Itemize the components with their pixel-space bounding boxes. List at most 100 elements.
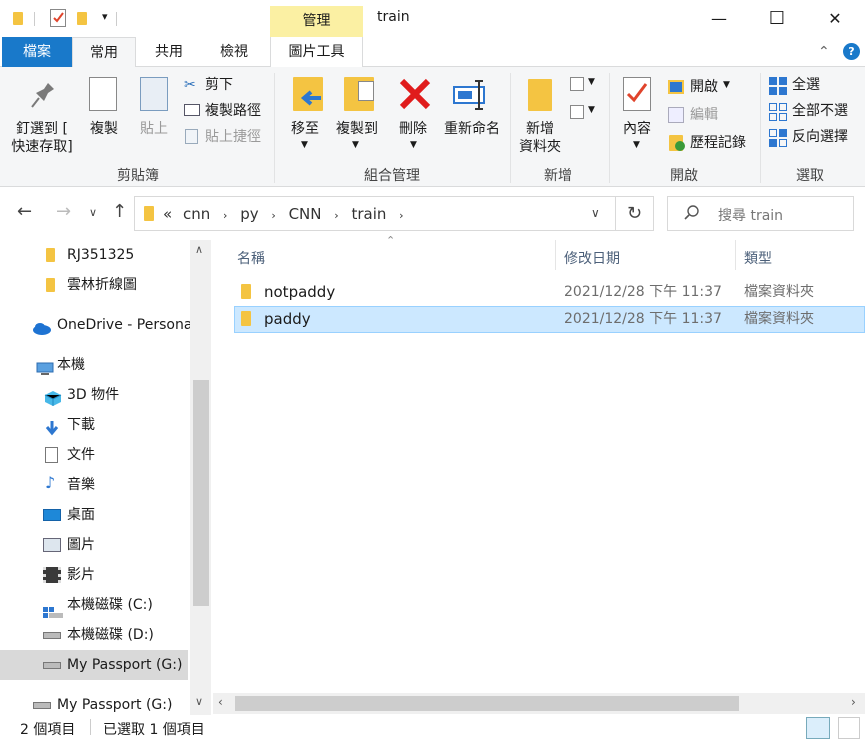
- copy-path-button[interactable]: 複製路徑: [205, 102, 261, 120]
- details-view-icon[interactable]: [806, 717, 830, 739]
- ribbon: 釘選到 [ 快速存取] 複製 貼上 ✂ 剪下 複製路徑 貼上捷徑 剪貼簿 移至 …: [0, 67, 865, 187]
- invert-selection-button[interactable]: 反向選擇: [792, 128, 848, 146]
- chevron-down-icon: ▼: [633, 140, 640, 150]
- scissors-icon: ✂: [184, 77, 196, 93]
- customize-quick-access-icon[interactable]: ▾: [102, 10, 108, 23]
- breadcrumb-separator-icon[interactable]: ›: [399, 209, 403, 222]
- help-icon[interactable]: ?: [843, 43, 860, 60]
- file-row[interactable]: notpaddy 2021/12/28 下午 11:37 檔案資料夾: [234, 279, 865, 306]
- scroll-up-icon[interactable]: ∧: [195, 243, 203, 256]
- sidebar-item-3d-objects[interactable]: 3D 物件: [0, 380, 190, 410]
- copy-icon: [89, 77, 117, 111]
- history-icon: [669, 135, 685, 151]
- sidebar-item-documents[interactable]: 文件: [0, 440, 190, 470]
- close-button[interactable]: ✕: [806, 0, 864, 37]
- search-box[interactable]: 搜尋 train: [667, 196, 854, 231]
- address-history-chevron-icon[interactable]: ∨: [591, 206, 600, 220]
- tab-manage[interactable]: 管理: [270, 6, 363, 37]
- paste-shortcut-button[interactable]: 貼上捷徑: [205, 128, 261, 146]
- chevron-down-icon: ▼: [352, 140, 359, 150]
- search-placeholder[interactable]: 搜尋 train: [718, 205, 783, 225]
- horizontal-scroll-thumb[interactable]: [235, 696, 739, 711]
- breadcrumb-cnn[interactable]: cnn: [183, 205, 210, 223]
- sidebar-item-drive-d[interactable]: 本機磁碟 (D:): [0, 620, 190, 650]
- address-bar[interactable]: « cnn › py › CNN › train › ∨: [134, 196, 616, 231]
- chevron-up-icon[interactable]: ⌃: [818, 44, 830, 60]
- column-header-name[interactable]: 名稱: [237, 248, 265, 268]
- forward-arrow-icon[interactable]: →: [56, 201, 71, 222]
- sidebar-item-videos[interactable]: 影片: [0, 560, 190, 590]
- selected-count: 已選取 1 個項目: [103, 722, 205, 738]
- column-separator[interactable]: [555, 240, 556, 270]
- scroll-down-icon[interactable]: ∨: [195, 695, 203, 708]
- maximize-button[interactable]: ☐: [748, 0, 806, 37]
- sidebar-item-onedrive[interactable]: OneDrive - Persona: [0, 310, 190, 340]
- group-label-open: 開啟: [670, 168, 698, 184]
- tab-share[interactable]: 共用: [140, 37, 198, 67]
- tab-view[interactable]: 檢視: [204, 37, 264, 67]
- sidebar-item-pictures[interactable]: 圖片: [0, 530, 190, 560]
- breadcrumb: « cnn › py › CNN › train ›: [163, 205, 404, 223]
- sidebar-item-rj351325[interactable]: RJ351325: [0, 240, 190, 270]
- select-all-button[interactable]: 全選: [792, 76, 820, 94]
- rename-button[interactable]: 重新命名: [440, 120, 504, 138]
- breadcrumb-separator-icon[interactable]: ›: [334, 209, 338, 222]
- edit-button[interactable]: 編輯: [690, 106, 718, 124]
- move-to-button[interactable]: 移至: [285, 120, 325, 138]
- history-button[interactable]: 歷程記錄: [690, 134, 746, 152]
- file-row-selected[interactable]: paddy 2021/12/28 下午 11:37 檔案資料夾: [234, 306, 865, 333]
- new-item-icon[interactable]: [570, 77, 584, 91]
- column-separator[interactable]: [735, 240, 736, 270]
- sort-ascending-icon: ⌃: [386, 234, 396, 247]
- sidebar-item-this-pc[interactable]: 本機: [0, 350, 190, 380]
- pin-quick-access-button[interactable]: 釘選到 [ 快速存取]: [10, 120, 74, 156]
- chevron-down-icon: ▼: [723, 80, 730, 90]
- open-button[interactable]: 開啟: [690, 78, 718, 96]
- breadcrumb-overflow[interactable]: «: [163, 205, 172, 223]
- breadcrumb-train[interactable]: train: [351, 205, 386, 223]
- breadcrumb-separator-icon[interactable]: ›: [223, 209, 227, 222]
- large-icons-view-icon[interactable]: [838, 717, 860, 739]
- sidebar-item-yunlin[interactable]: 雲林折線圖: [0, 270, 190, 300]
- up-arrow-icon[interactable]: ↑: [112, 201, 127, 222]
- copy-button[interactable]: 複製: [84, 120, 124, 138]
- tab-file[interactable]: 檔案: [2, 37, 72, 67]
- back-arrow-icon[interactable]: ←: [17, 201, 32, 222]
- copy-to-button[interactable]: 複製到: [333, 120, 381, 138]
- select-none-button[interactable]: 全部不選: [792, 102, 848, 120]
- sidebar-scroll-thumb[interactable]: [193, 380, 209, 606]
- minimize-button[interactable]: —: [690, 0, 748, 37]
- column-header-type[interactable]: 類型: [744, 248, 772, 268]
- paste-button[interactable]: 貼上: [134, 120, 174, 138]
- file-modified: 2021/12/28 下午 11:37: [564, 311, 722, 327]
- sidebar-item-downloads[interactable]: 下載: [0, 410, 190, 440]
- breadcrumb-separator-icon[interactable]: ›: [271, 209, 275, 222]
- folder-icon: [144, 206, 154, 221]
- sidebar-item-drive-c[interactable]: 本機磁碟 (C:): [0, 590, 190, 620]
- sidebar-item-my-passport-g[interactable]: My Passport (G:): [0, 650, 188, 680]
- sidebar-item-music[interactable]: ♪ 音樂: [0, 470, 190, 500]
- refresh-icon[interactable]: ↻: [616, 196, 654, 231]
- properties-quick-icon[interactable]: [50, 9, 66, 27]
- recent-locations-chevron-icon[interactable]: ∨: [89, 206, 97, 219]
- column-header-modified[interactable]: 修改日期: [564, 248, 620, 268]
- copy-to-icon: [344, 77, 374, 111]
- pin-label-2: 快速存取]: [11, 139, 73, 155]
- breadcrumb-py[interactable]: py: [240, 205, 258, 223]
- new-folder-button[interactable]: 新增 資料夾: [515, 120, 565, 156]
- tab-picture-tools[interactable]: 圖片工具: [270, 37, 363, 67]
- divider: [34, 12, 35, 26]
- drive-icon: [43, 662, 61, 669]
- scroll-left-icon[interactable]: ‹: [218, 695, 223, 709]
- scroll-right-icon[interactable]: ›: [851, 695, 856, 709]
- breadcrumb-CNN[interactable]: CNN: [289, 205, 322, 223]
- music-icon: ♪: [45, 473, 56, 492]
- tab-home[interactable]: 常用: [72, 37, 136, 68]
- easy-access-icon[interactable]: [570, 105, 584, 119]
- cut-button[interactable]: 剪下: [205, 76, 233, 94]
- sidebar-item-desktop[interactable]: 桌面: [0, 500, 190, 530]
- folder-icon: [241, 284, 251, 299]
- new-folder-quick-icon[interactable]: [76, 9, 92, 27]
- properties-button[interactable]: 內容: [617, 120, 657, 138]
- delete-button[interactable]: 刪除: [393, 120, 433, 138]
